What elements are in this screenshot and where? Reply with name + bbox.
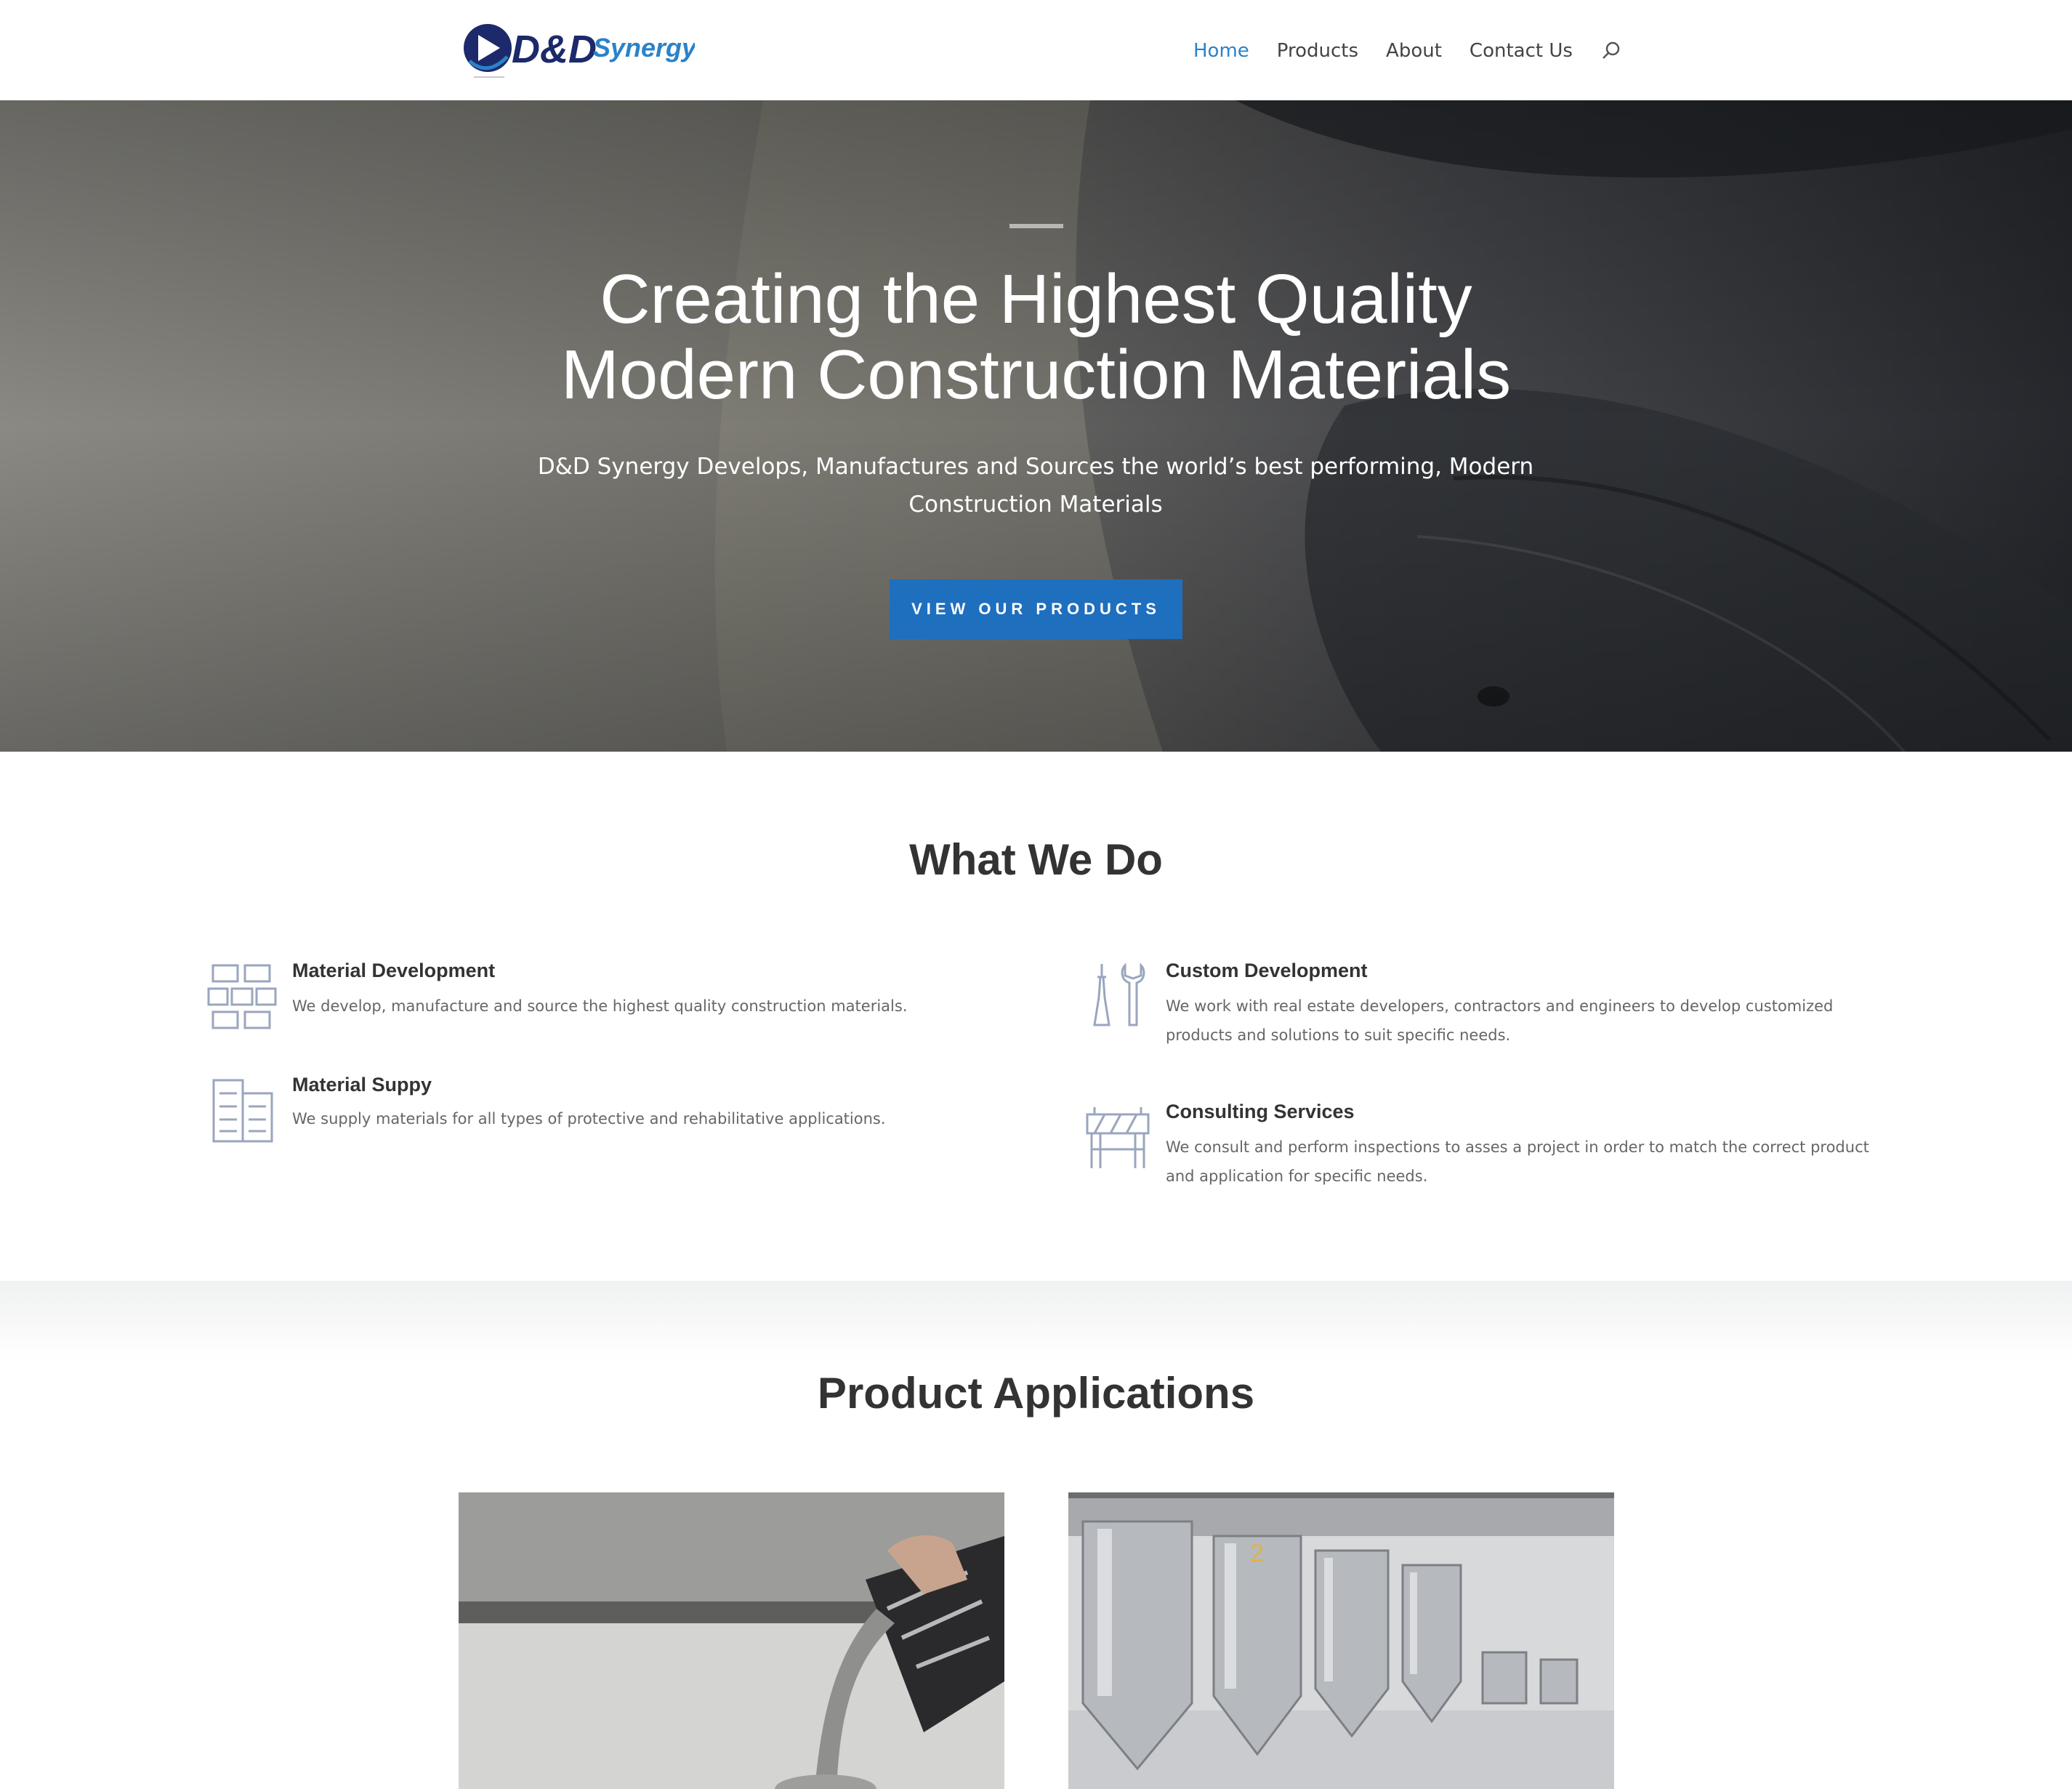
hero-title-line1: Creating the Highest Quality bbox=[600, 260, 1472, 338]
logo-wordmark-synergy: Synergy bbox=[593, 33, 695, 63]
barrier-icon bbox=[1084, 1104, 1151, 1175]
main-nav: Home Products About Contact Us bbox=[1193, 36, 1622, 65]
hero-title: Creating the Highest Quality Modern Cons… bbox=[0, 262, 2072, 413]
building-icon bbox=[211, 1077, 276, 1148]
service-description: We supply materials for all types of pro… bbox=[292, 1110, 886, 1127]
service-title: Custom Development bbox=[1166, 960, 1368, 981]
service-material-development: Material Development We develop, manufac… bbox=[205, 960, 1004, 1032]
service-title: Consulting Services bbox=[1166, 1101, 1355, 1122]
what-we-do-title: What We Do bbox=[909, 835, 1163, 884]
tools-icon bbox=[1093, 961, 1148, 1032]
service-consulting-services: Consulting Services We consult and perfo… bbox=[1080, 1101, 1879, 1202]
nav-contact-us[interactable]: Contact Us bbox=[1470, 36, 1573, 65]
logo-wordmark-dd: D&D bbox=[512, 28, 597, 71]
section-divider bbox=[0, 1281, 2072, 1361]
nav-home[interactable]: Home bbox=[1193, 36, 1249, 65]
service-material-supply: Material Suppy We supply materials for a… bbox=[205, 1074, 1004, 1146]
bricks-icon bbox=[207, 963, 277, 1034]
view-our-products-button[interactable]: VIEW OUR PRODUCTS bbox=[890, 579, 1182, 639]
svg-text:2: 2 bbox=[1250, 1540, 1264, 1567]
hero-title-line2: Modern Construction Materials bbox=[560, 336, 1512, 414]
site-header: D&D Synergy Home Products About Contact … bbox=[0, 0, 2072, 100]
service-custom-development: Custom Development We work with real est… bbox=[1080, 960, 1879, 1061]
brand-logo[interactable]: D&D Synergy bbox=[462, 19, 698, 80]
service-title: Material Development bbox=[292, 960, 496, 981]
search-icon[interactable] bbox=[1600, 36, 1622, 65]
steel-tanks-image[interactable]: 2 bbox=[1068, 1492, 1614, 1789]
hero-divider bbox=[1009, 224, 1063, 228]
nav-products[interactable]: Products bbox=[1277, 36, 1358, 65]
hero-background-image bbox=[0, 100, 2072, 752]
service-title: Material Suppy bbox=[292, 1074, 432, 1095]
service-description: We work with real estate developers, con… bbox=[1166, 997, 1834, 1044]
service-description: We develop, manufacture and source the h… bbox=[292, 997, 908, 1015]
hero-section: Creating the Highest Quality Modern Cons… bbox=[0, 100, 2072, 752]
nav-about[interactable]: About bbox=[1386, 36, 1442, 65]
pouring-coating-image[interactable] bbox=[459, 1492, 1004, 1789]
product-applications-title: Product Applications bbox=[817, 1369, 1255, 1418]
hero-subtitle: D&D Synergy Develops, Manufactures and S… bbox=[537, 454, 1534, 518]
service-description: We consult and perform inspections to as… bbox=[1166, 1138, 1869, 1185]
